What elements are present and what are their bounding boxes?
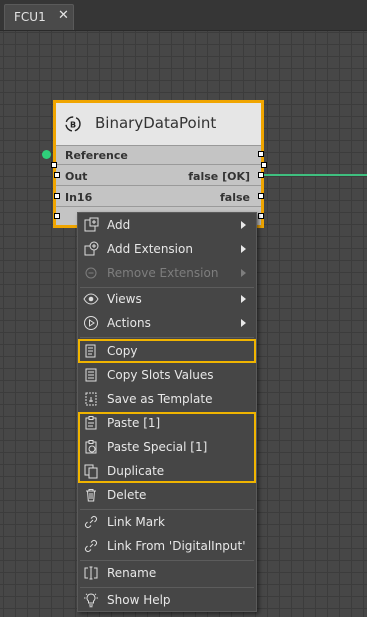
menu-item-delete[interactable]: Delete	[78, 483, 256, 507]
paste-icon	[85, 416, 97, 430]
menu-item-label: Add Extension	[107, 242, 193, 256]
add-icon	[84, 217, 99, 232]
menu-item-label: Duplicate	[107, 464, 165, 478]
add-extension-icon	[84, 241, 99, 256]
slot-reference[interactable]: Reference	[56, 146, 261, 165]
slot-handle[interactable]	[54, 213, 60, 219]
copy-slots-icon	[85, 368, 97, 382]
slot-handle[interactable]	[258, 213, 264, 219]
menu-item-label: Copy	[107, 344, 138, 358]
menu-item-label: Delete	[107, 488, 147, 502]
slot-handle[interactable]	[258, 172, 264, 178]
slot-handle[interactable]	[258, 193, 264, 199]
menu-item-label: Copy Slots Values	[107, 368, 214, 382]
remove-extension-icon	[85, 267, 97, 279]
menu-item-label: Link From 'DigitalInput'	[107, 539, 246, 553]
menu-item-label: Paste Special [1]	[107, 440, 208, 454]
slot-handle[interactable]	[258, 151, 264, 157]
link-source-pin[interactable]	[42, 150, 51, 159]
eye-icon	[83, 293, 99, 305]
trash-icon	[86, 489, 96, 502]
paste-special-icon	[85, 440, 97, 454]
menu-item-actions[interactable]: Actions	[78, 311, 256, 335]
close-icon[interactable]: ✕	[58, 8, 69, 23]
menu-item-label: Actions	[107, 316, 151, 330]
svg-text:B: B	[70, 121, 76, 130]
menu-item-remove-extension[interactable]: Remove Extension	[78, 261, 256, 285]
menu-item-label: Rename	[107, 566, 157, 580]
link-wire[interactable]	[263, 174, 367, 176]
menu-separator	[80, 337, 254, 338]
rename-icon	[84, 566, 98, 580]
help-bulb-icon	[84, 593, 98, 608]
menu-item-label: Remove Extension	[107, 266, 219, 280]
play-icon	[84, 316, 98, 330]
menu-item-add-extension[interactable]: Add Extension	[78, 237, 256, 261]
selection-handle[interactable]	[51, 162, 57, 168]
menu-item-label: Paste [1]	[107, 416, 161, 430]
menu-item-duplicate[interactable]: Duplicate	[78, 459, 256, 483]
menu-item-link-from[interactable]: Link From 'DigitalInput'	[78, 534, 256, 558]
slot-name: Reference	[65, 149, 128, 162]
menu-item-label: Views	[107, 292, 142, 306]
copy-icon	[85, 344, 96, 358]
slot-handle[interactable]	[54, 172, 60, 178]
menu-item-save-as-template[interactable]: Save as Template	[78, 387, 256, 411]
menu-item-views[interactable]: Views	[78, 287, 256, 311]
submenu-arrow-icon	[241, 221, 246, 229]
duplicate-icon	[84, 464, 98, 479]
slot-in16[interactable]: In16 false	[56, 188, 261, 207]
slot-handle[interactable]	[54, 193, 60, 199]
binary-data-point-node[interactable]: B BinaryDataPoint Reference Out false [O…	[53, 100, 264, 228]
template-icon	[85, 392, 97, 406]
slot-name: In16	[65, 191, 93, 204]
slot-out[interactable]: Out false [OK]	[56, 167, 261, 186]
submenu-arrow-icon	[241, 269, 246, 277]
slot-name: Out	[65, 170, 88, 183]
menu-item-label: Show Help	[107, 593, 171, 607]
tab-label: FCU1	[14, 10, 46, 24]
tab-fcu1[interactable]: FCU1 ✕	[4, 4, 74, 30]
menu-item-rename[interactable]: Rename	[78, 561, 256, 585]
node-title: BinaryDataPoint	[95, 114, 217, 132]
menu-item-paste[interactable]: Paste [1]	[78, 411, 256, 435]
node-header[interactable]: B BinaryDataPoint	[56, 103, 261, 146]
binary-point-icon: B	[65, 116, 81, 132]
tab-bar: FCU1 ✕	[0, 0, 367, 31]
link-icon	[85, 516, 97, 528]
link-from-icon	[85, 540, 97, 552]
submenu-arrow-icon	[241, 245, 246, 253]
menu-item-copy-slots-values[interactable]: Copy Slots Values	[78, 363, 256, 387]
context-menu: Add Add Extension Remove Extension Views	[77, 212, 257, 612]
menu-item-label: Link Mark	[107, 515, 165, 529]
menu-item-paste-special[interactable]: Paste Special [1]	[78, 435, 256, 459]
slot-value: false	[220, 191, 250, 204]
slot-value: false [OK]	[188, 170, 250, 183]
menu-item-copy[interactable]: Copy	[78, 339, 256, 363]
submenu-arrow-icon	[241, 319, 246, 327]
selection-handle[interactable]	[261, 162, 267, 168]
menu-item-label: Save as Template	[107, 392, 213, 406]
menu-item-add[interactable]: Add	[78, 213, 256, 237]
submenu-arrow-icon	[241, 295, 246, 303]
menu-item-show-help[interactable]: Show Help	[78, 588, 256, 612]
menu-item-link-mark[interactable]: Link Mark	[78, 510, 256, 534]
menu-item-label: Add	[107, 218, 131, 232]
